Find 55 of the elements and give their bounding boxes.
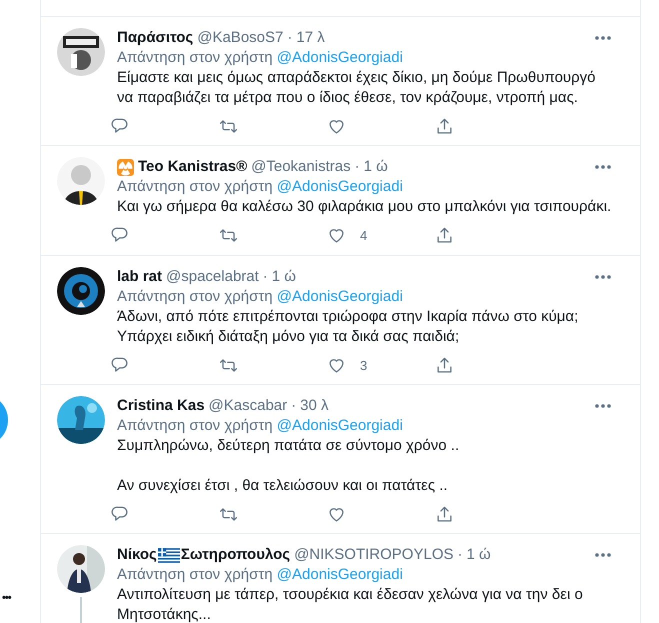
- separator-dot: ·: [456, 545, 464, 565]
- reply-context: Απάντηση στον χρήστη @AdonisGeorgiadi: [117, 48, 404, 68]
- heart-icon[interactable]: [327, 226, 346, 246]
- mention-link[interactable]: @AdonisGeorgiadi: [276, 417, 403, 434]
- heart-icon[interactable]: [327, 117, 346, 136]
- timestamp[interactable]: 17 λ: [296, 28, 325, 48]
- like-count: 3: [360, 356, 368, 374]
- tweet-text: Αν συνεχίσει έτσι , θα τελειώσουν και οι πατάτες ..: [117, 476, 449, 496]
- tweet-text: Άδωνι, από πότε επιτρέπονται τριώροφα στην Ικαρία πάνω στο κύμα;: [117, 306, 580, 326]
- radioactive-icon: [117, 158, 134, 176]
- share-icon[interactable]: [435, 117, 454, 136]
- tweet-text: Αντιπολίτευση με τάπερ, τσουρέκια και έδεσαν χελώνα για να την δει ο Μητσοτάκης...: [117, 585, 584, 623]
- tweet-text: Και γω σήμερα θα καλέσω 30 φιλαράκια μου στο μπαλκόνι για τσιπουράκι.: [117, 197, 612, 217]
- display-name: lab rat: [117, 266, 162, 286]
- display-name: Παράσιτος: [117, 28, 194, 48]
- timestamp[interactable]: 30 λ: [300, 396, 329, 416]
- more-icon[interactable]: [595, 165, 611, 169]
- display-name: Teo Kanistras®: [138, 157, 248, 177]
- heart-icon[interactable]: [327, 505, 346, 524]
- reply-context: Απάντηση στον χρήστη @AdonisGeorgiadi: [117, 416, 404, 436]
- separator-dot: ·: [290, 396, 298, 416]
- mention-link[interactable]: @AdonisGeorgiadi: [276, 49, 403, 66]
- tweet-text: Συμπληρώνω, δεύτερη πατάτα σε σύντομο χρόνο ..: [117, 436, 460, 456]
- user-handle: @Teokanistras: [251, 157, 351, 177]
- reply-context: Απάντηση στον χρήστη @AdonisGeorgiadi: [117, 286, 404, 306]
- display-name: Νίκος: [117, 545, 157, 565]
- reply-context: Απάντηση στον χρήστη @AdonisGeorgiadi: [117, 177, 404, 197]
- display-name: Cristina Kas: [117, 396, 205, 416]
- more-button[interactable]: •••: [2, 588, 11, 608]
- like-count: 4: [360, 227, 368, 245]
- reply-context: Απάντηση στον χρήστη @AdonisGeorgiadi: [117, 565, 404, 585]
- tweet-text: Υπάρχει ειδική διάταξη μόνο για τα δικά σας παιδιά;: [117, 326, 460, 346]
- more-icon[interactable]: [595, 36, 611, 40]
- separator-dot: ·: [354, 157, 361, 177]
- mention-link[interactable]: @AdonisGeorgiadi: [276, 178, 403, 195]
- more-icon[interactable]: [595, 274, 611, 278]
- flag-icon: [158, 548, 180, 562]
- user-handle: @NIKSOTIROPOYLOS: [294, 545, 454, 565]
- share-icon[interactable]: [435, 226, 454, 246]
- timestamp[interactable]: 1 ώ: [364, 157, 388, 177]
- timestamp[interactable]: 1 ώ: [466, 545, 491, 565]
- tweet-text: Είμαστε και μεις όμως απαράδεκτοι έχεις δίκιο, μη δούμε Πρωθυπουργό να παραβιάζει τα μέτρα που ο ίδιος έθεσε, τον κράζουμε, ντροπή μας.: [117, 68, 596, 108]
- display-name: Σωτηροπουλος: [180, 545, 290, 565]
- mention-link[interactable]: @AdonisGeorgiadi: [276, 288, 403, 304]
- more-icon[interactable]: [595, 404, 611, 408]
- share-icon[interactable]: [435, 505, 454, 524]
- user-handle: @Kascabar: [208, 396, 288, 416]
- user-handle: @KaBosoS7: [197, 28, 284, 48]
- separator-dot: ·: [286, 28, 294, 48]
- share-icon[interactable]: [435, 356, 454, 375]
- separator-dot: ·: [262, 266, 269, 286]
- timestamp[interactable]: 1 ώ: [272, 266, 296, 286]
- mention-link[interactable]: @AdonisGeorgiadi: [276, 566, 403, 583]
- user-handle: @spacelabrat: [166, 266, 259, 286]
- more-icon[interactable]: [595, 553, 611, 557]
